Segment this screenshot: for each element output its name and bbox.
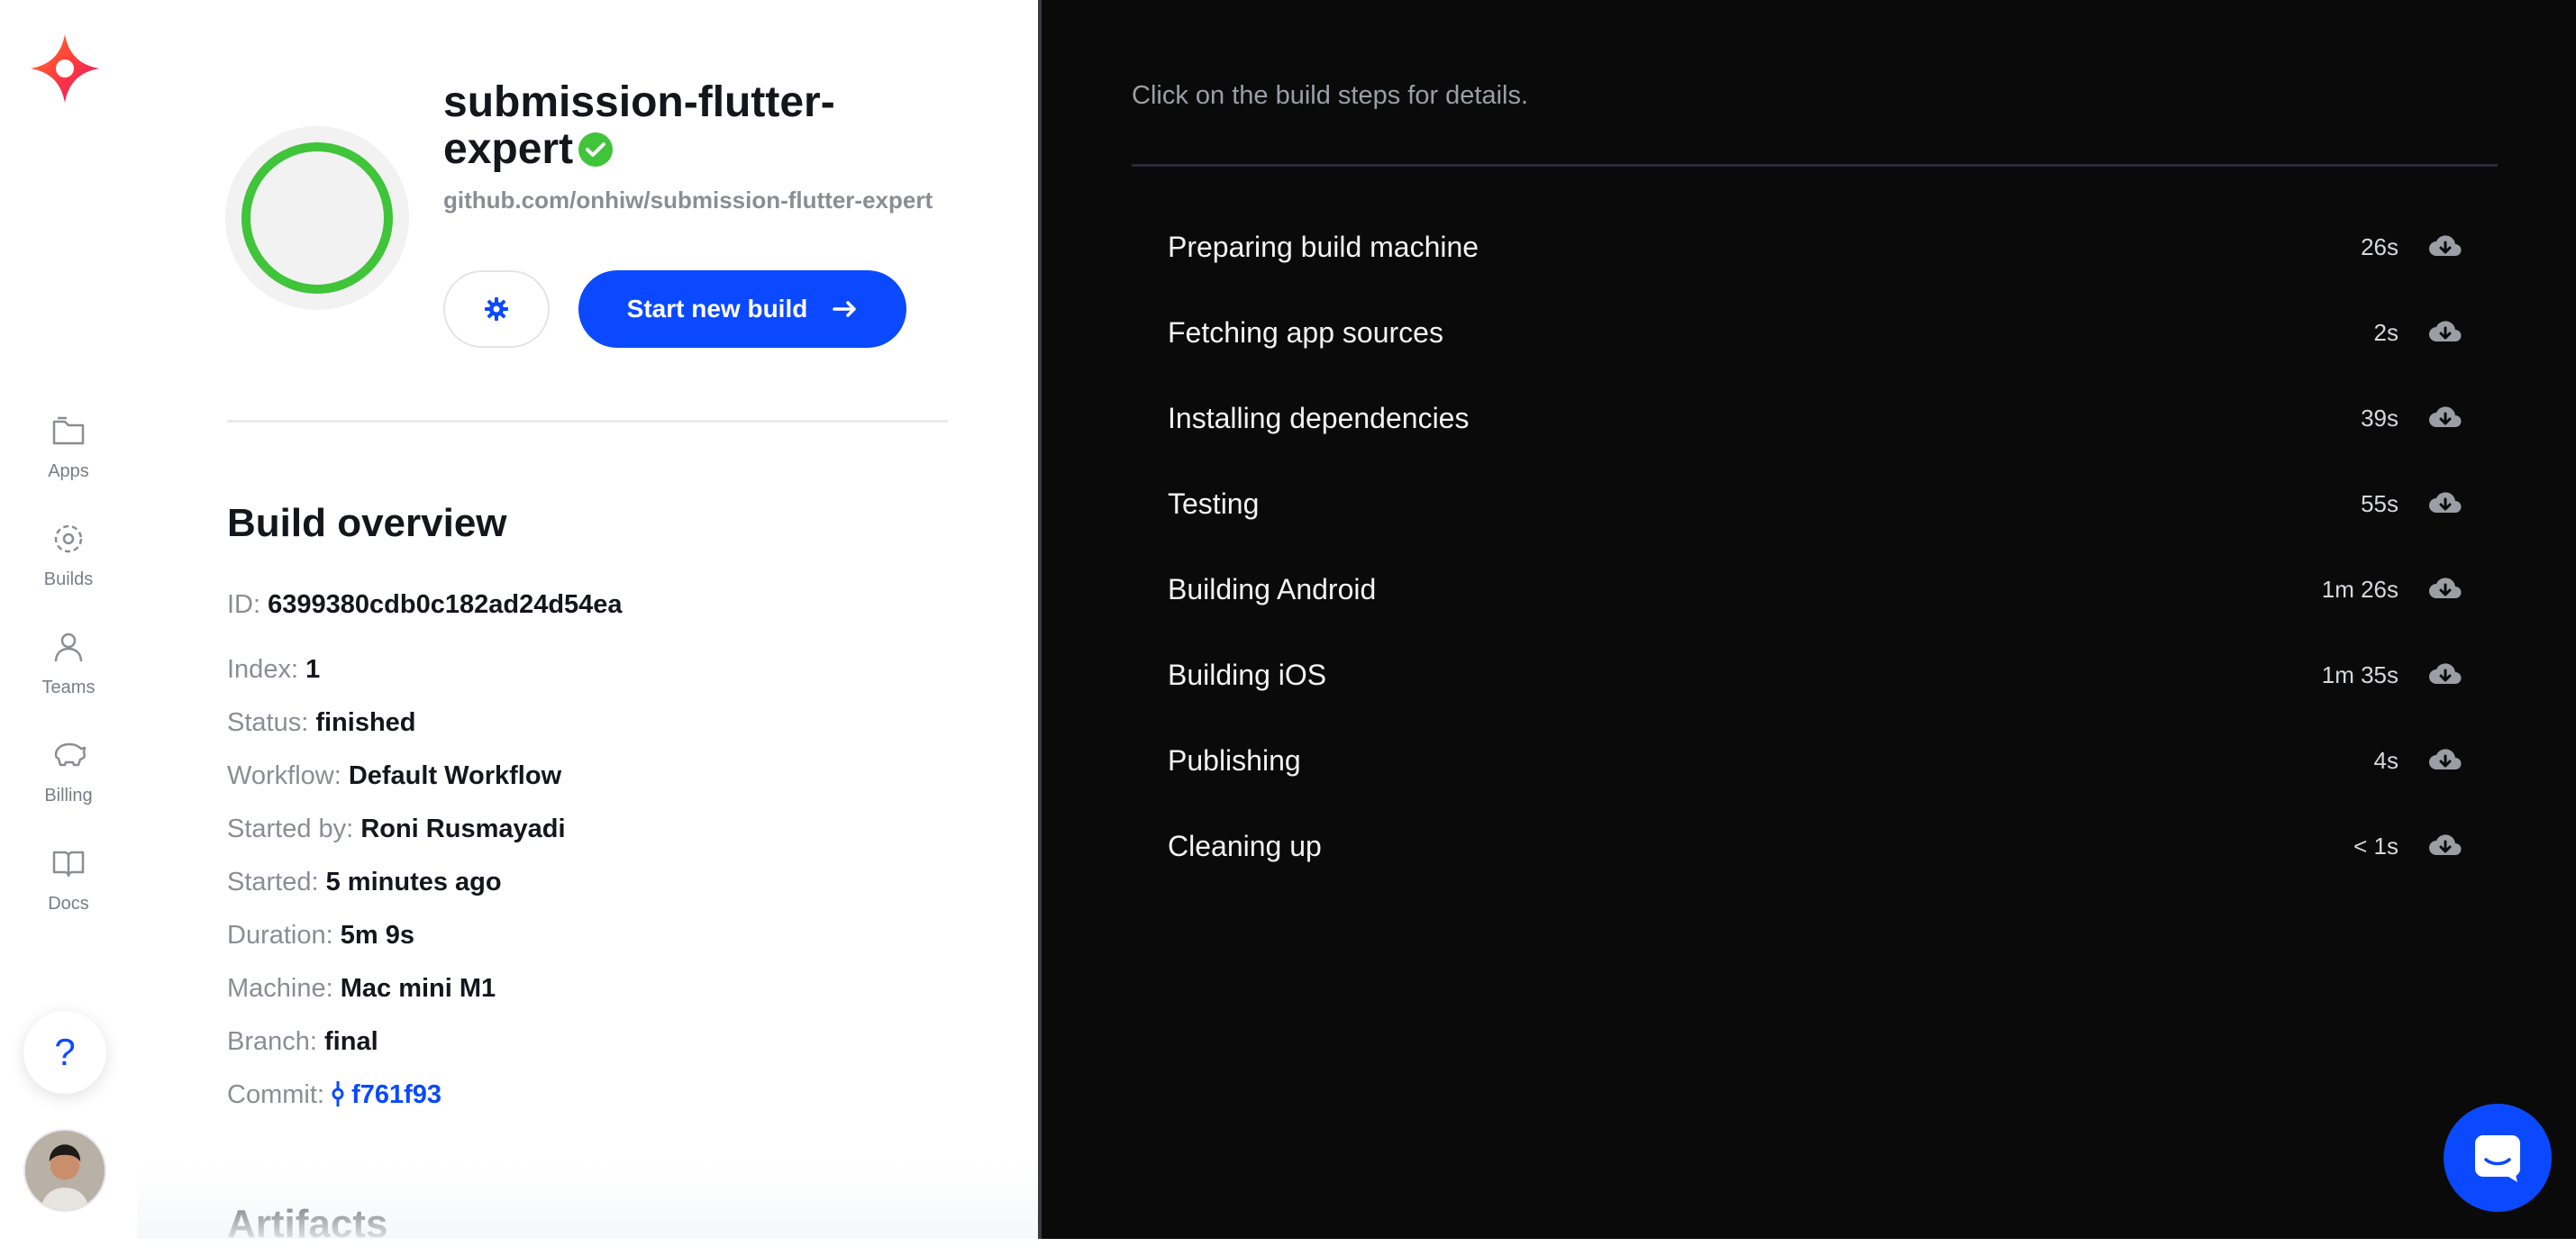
arrow-right-icon <box>833 301 857 317</box>
build-step-row[interactable]: Preparing build machine 26s <box>1132 211 2498 283</box>
build-status-ring <box>225 126 409 310</box>
sidebar-item-label: Billing <box>44 786 93 806</box>
builds-icon <box>54 524 83 553</box>
commit-link[interactable]: f761f93 <box>351 1080 441 1109</box>
chat-icon <box>2475 1135 2520 1182</box>
sidebar-nav: Apps Builds Teams Billing Docs <box>0 411 137 951</box>
user-icon <box>54 633 83 662</box>
log-divider <box>1132 164 2498 167</box>
step-name: Publishing <box>1168 743 1301 777</box>
book-icon <box>52 851 85 878</box>
download-cloud-icon[interactable] <box>2427 487 2463 520</box>
sidebar-item-label: Docs <box>48 894 89 914</box>
build-step-row[interactable]: Building Android 1m 26s <box>1132 553 2498 625</box>
build-step-row[interactable]: Publishing 4s <box>1132 724 2498 796</box>
question-icon: ? <box>54 1031 76 1073</box>
sidebar-item-docs[interactable]: Docs <box>0 843 137 951</box>
download-cloud-icon[interactable] <box>2427 316 2463 349</box>
help-button[interactable]: ? <box>23 1011 106 1094</box>
sidebar-item-apps[interactable]: Apps <box>0 411 137 519</box>
folder-icon <box>52 416 85 445</box>
app-title: submission-flutter-expert <box>443 79 912 173</box>
step-duration: 1m 35s <box>2321 660 2399 688</box>
overview-row-workflow: Workflow: Default Workflow <box>227 761 562 790</box>
step-name: Testing <box>1168 487 1260 520</box>
sidebar-item-billing[interactable]: Billing <box>0 735 137 843</box>
sidebar-item-label: Teams <box>41 678 96 697</box>
scroll-fade <box>137 1162 1038 1239</box>
overview-row-machine: Machine: Mac mini M1 <box>227 974 496 1003</box>
status-ring-inner <box>241 142 393 294</box>
sidebar-item-teams[interactable]: Teams <box>0 627 137 735</box>
overview-row-commit: Commit: f761f93 <box>227 1080 442 1109</box>
sidebar-item-label: Apps <box>48 461 89 481</box>
sidebar-item-label: Builds <box>43 569 94 589</box>
step-duration: 39s <box>2361 404 2399 432</box>
step-duration: 26s <box>2361 232 2399 260</box>
build-overview-title: Build overview <box>227 501 507 545</box>
step-duration: < 1s <box>2353 832 2399 860</box>
download-cloud-icon[interactable] <box>2427 402 2463 434</box>
step-name: Installing dependencies <box>1168 401 1470 434</box>
download-cloud-icon[interactable] <box>2427 231 2463 263</box>
commit-icon <box>332 1081 344 1106</box>
step-duration: 2s <box>2373 318 2399 346</box>
repository-link[interactable]: github.com/onhiw/submission-flutter-expe… <box>443 187 948 213</box>
step-name: Fetching app sources <box>1168 315 1443 349</box>
step-name: Building iOS <box>1168 658 1327 691</box>
build-step-row[interactable]: Installing dependencies 39s <box>1132 382 2498 454</box>
sidebar-item-builds[interactable]: Builds <box>0 519 137 627</box>
step-duration: 55s <box>2361 489 2399 517</box>
download-cloud-icon[interactable] <box>2427 659 2463 691</box>
download-cloud-icon[interactable] <box>2427 830 2463 862</box>
build-step-row[interactable]: Fetching app sources 2s <box>1132 296 2498 369</box>
gear-icon <box>485 297 508 321</box>
avatar[interactable] <box>23 1129 106 1212</box>
step-name: Preparing build machine <box>1168 230 1479 263</box>
step-name: Cleaning up <box>1168 829 1322 862</box>
overview-row-started: Started: 5 minutes ago <box>227 868 502 897</box>
step-duration: 1m 26s <box>2321 575 2399 603</box>
sidebar-rail: Apps Builds Teams Billing Docs ? <box>0 0 138 1239</box>
overview-row-index: Index: 1 <box>227 655 321 684</box>
section-divider <box>227 420 948 423</box>
overview-row-status: Status: finished <box>227 708 416 737</box>
step-name: Building Android <box>1168 572 1377 605</box>
download-cloud-icon[interactable] <box>2427 744 2463 777</box>
codemagic-logo-icon[interactable] <box>29 32 101 105</box>
download-cloud-icon[interactable] <box>2427 573 2463 605</box>
overview-row-duration: Duration: 5m 9s <box>227 921 414 950</box>
app-title-text: submission-flutter-expert <box>443 78 835 173</box>
build-step-row[interactable]: Building iOS 1m 35s <box>1132 639 2498 711</box>
step-duration: 4s <box>2373 746 2399 774</box>
settings-button[interactable] <box>443 270 550 348</box>
overview-row-started-by: Started by: Roni Rusmayadi <box>227 815 566 843</box>
overview-row-id: ID: 6399380cdb0c182ad24d54ea <box>227 590 623 619</box>
piggy-bank-icon <box>54 742 86 767</box>
start-build-label: Start new build <box>626 295 808 323</box>
build-step-row[interactable]: Testing 55s <box>1132 468 2498 540</box>
check-circle-icon <box>578 132 614 167</box>
start-new-build-button[interactable]: Start new build <box>578 270 906 348</box>
overview-row-branch: Branch: final <box>227 1027 378 1056</box>
build-step-row[interactable]: Cleaning up < 1s <box>1132 810 2498 882</box>
chat-launcher-button[interactable] <box>2444 1104 2552 1212</box>
log-hint-text: Click on the build steps for details. <box>1132 81 1529 110</box>
